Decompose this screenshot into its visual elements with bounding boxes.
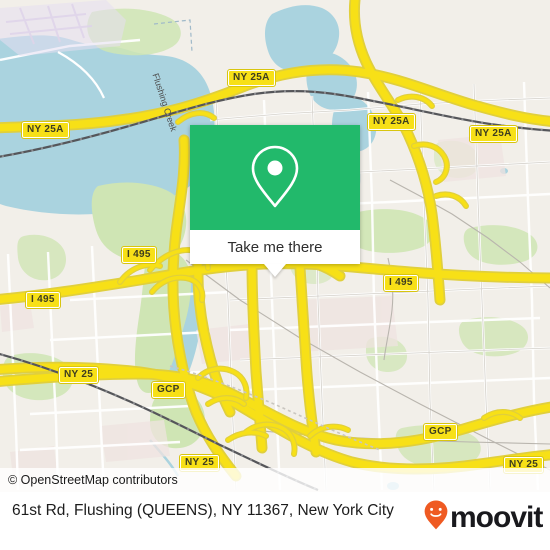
take-me-there-button[interactable]: Take me there bbox=[190, 230, 360, 264]
location-popup-card[interactable]: Take me there bbox=[190, 125, 360, 277]
route-shield: GCP bbox=[423, 423, 458, 441]
osm-attribution-bar: © OpenStreetMap contributors bbox=[0, 468, 550, 492]
route-shield: I 495 bbox=[121, 246, 157, 264]
osm-attribution-text: © OpenStreetMap contributors bbox=[8, 473, 178, 487]
take-me-there-label: Take me there bbox=[227, 238, 323, 256]
moovit-logo[interactable]: moovit bbox=[424, 500, 543, 535]
route-shield: NY 25A bbox=[21, 121, 70, 139]
route-shield: I 495 bbox=[25, 291, 61, 309]
moovit-wordmark: moovit bbox=[450, 500, 543, 534]
route-shield: NY 25A bbox=[469, 125, 518, 143]
popup-pointer-tail bbox=[264, 264, 286, 277]
route-shield: GCP bbox=[151, 381, 186, 399]
route-shield: NY 25A bbox=[367, 113, 416, 131]
route-shield: NY 25A bbox=[227, 69, 276, 87]
moovit-smiley-pin-icon bbox=[424, 500, 448, 535]
route-shield: I 495 bbox=[383, 274, 419, 292]
address-text: 61st Rd, Flushing (QUEENS), NY 11367, Ne… bbox=[12, 502, 394, 519]
route-shield: NY 25 bbox=[57, 366, 100, 384]
popup-header bbox=[190, 125, 360, 230]
map-canvas[interactable]: NY 25A NY 25A NY 25A NY 25A I 495 I 495 I 495 N… bbox=[0, 0, 550, 492]
location-pin-icon bbox=[247, 143, 303, 213]
